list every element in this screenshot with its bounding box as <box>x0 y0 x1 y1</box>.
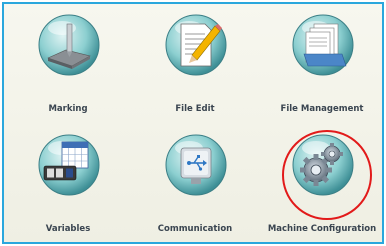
file-management-icon <box>292 14 354 76</box>
main-menu-panel: Marking File Edit File Management Variab… <box>2 2 384 244</box>
file-edit-icon <box>165 14 227 76</box>
variables-label: Variables <box>45 224 91 234</box>
marking-tile[interactable]: Marking <box>4 4 132 124</box>
file-management-label: File Management <box>280 104 364 114</box>
marking-icon <box>38 14 100 76</box>
variables-icon <box>38 134 100 196</box>
marking-label: Marking <box>48 104 88 114</box>
variables-tile[interactable]: Variables <box>4 124 132 244</box>
communication-tile[interactable]: Communication <box>131 124 259 244</box>
machine-configuration-tile[interactable]: Machine Configuration <box>258 124 386 244</box>
communication-icon <box>165 134 227 196</box>
file-edit-label: File Edit <box>175 104 215 114</box>
file-edit-tile[interactable]: File Edit <box>131 4 259 124</box>
file-management-tile[interactable]: File Management <box>258 4 386 124</box>
communication-label: Communication <box>157 224 233 234</box>
machine-configuration-icon <box>292 134 354 196</box>
machine-configuration-label: Machine Configuration <box>267 224 377 234</box>
